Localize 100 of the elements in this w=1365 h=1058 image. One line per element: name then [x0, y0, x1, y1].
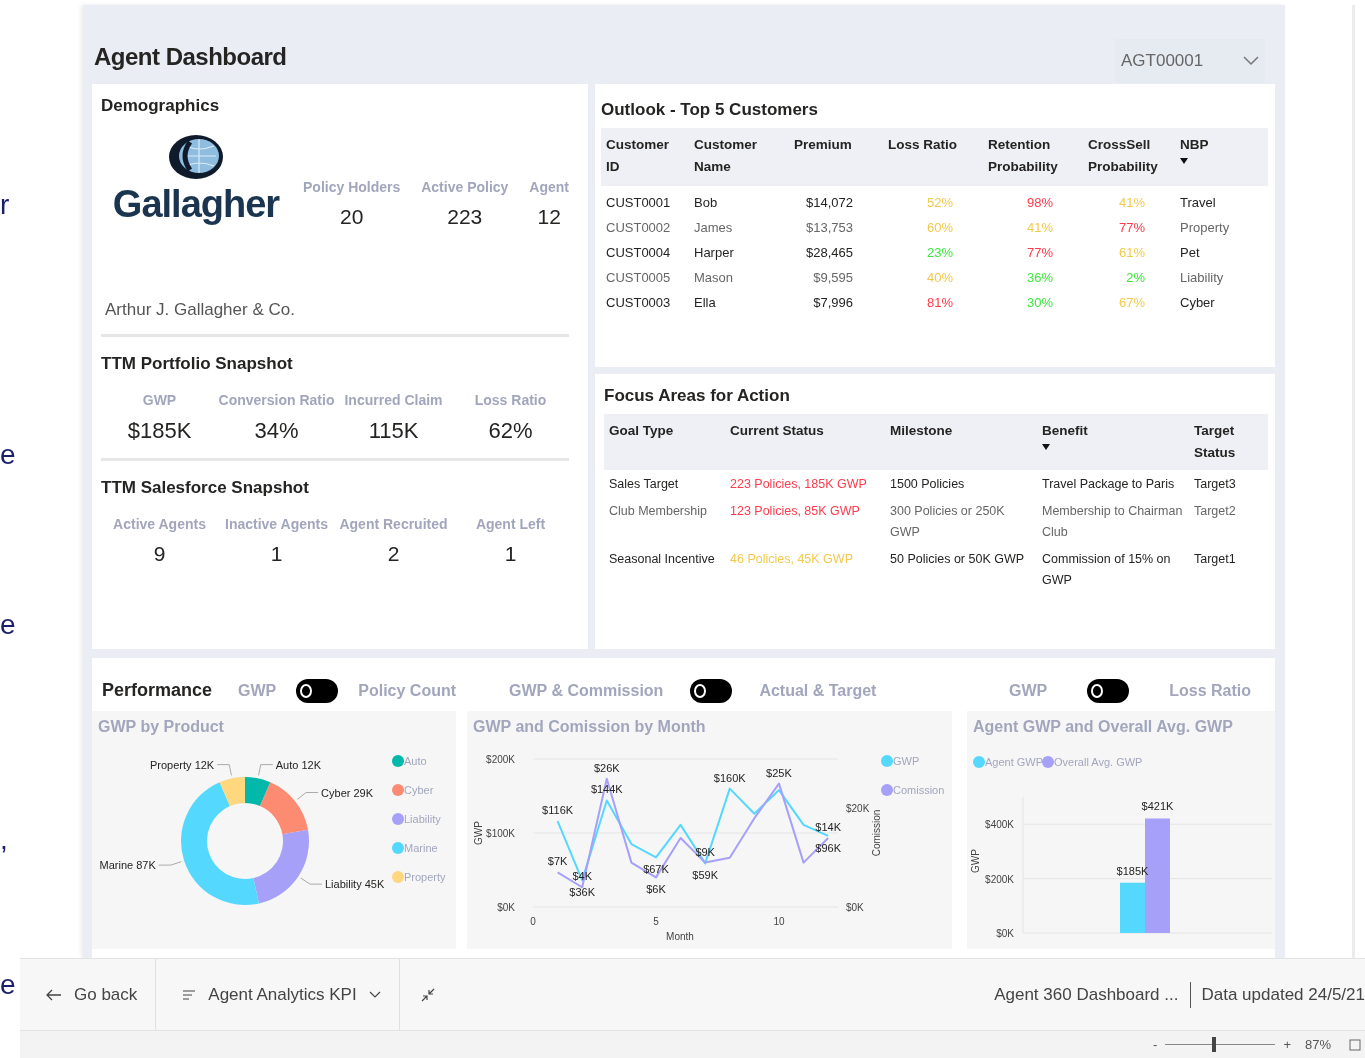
kpi-value: 2 — [387, 542, 400, 566]
column-header[interactable]: Retention Probability — [983, 128, 1083, 186]
fit-to-page-icon[interactable] — [1349, 1038, 1361, 1051]
axis-title: GWP — [970, 849, 981, 873]
table-cell-text: Cyber — [1179, 294, 1216, 312]
toggle-switch[interactable] — [690, 678, 733, 703]
axis-title: GWP — [473, 821, 484, 845]
column-header[interactable]: Benefit — [1037, 414, 1189, 470]
axis-tick-label: $20K — [846, 803, 870, 815]
axis-title: Comission — [871, 809, 882, 857]
column-header[interactable]: Loss Ratio — [883, 128, 983, 186]
column-header[interactable]: Milestone — [885, 414, 1037, 470]
toggle-label: Loss Ratio — [1169, 681, 1251, 700]
toggle-label: Actual & Target — [759, 681, 877, 700]
axis-tick-label: $0K — [497, 902, 515, 913]
table-cell-text: Membership to Chairman Club — [1041, 503, 1184, 541]
table-cell-text: Mason — [693, 269, 735, 287]
table-cell-text: Pet — [1179, 244, 1201, 262]
data-label: $160K — [713, 771, 746, 784]
axis-tick-label: $0K — [996, 928, 1014, 939]
chart-title: GWP and Comission by Month — [473, 718, 706, 735]
data-label: $144K — [590, 783, 623, 796]
kpi-value: 223 — [447, 205, 483, 229]
table-cell-text: CUST0004 — [605, 244, 672, 262]
table-cell: Target3 — [1189, 470, 1268, 498]
slide-text-fragment: , — [0, 823, 9, 857]
table-cell-text: Liability — [1179, 269, 1225, 287]
column-header[interactable]: CrossSell Probability — [1083, 128, 1175, 186]
table-cell-text: 23% — [925, 244, 954, 262]
kpi-label: Loss Ratio — [474, 392, 547, 408]
data-label: $96K — [815, 841, 841, 854]
data-label: $116K — [542, 804, 574, 817]
table-cell-text: $9,595 — [812, 269, 854, 287]
legend-label: Marine — [404, 842, 438, 854]
table-cell-text: 41% — [1025, 219, 1054, 237]
table-cell-text: Seasonal Incentive — [608, 551, 716, 568]
kpi-label: Incurred Claim — [344, 392, 443, 408]
table-cell-text: $7,996 — [812, 294, 854, 312]
kpi-value: 34% — [254, 418, 299, 444]
table-cell-text: 46 Policies, 45K GWP — [729, 551, 854, 568]
page-menu-button[interactable]: Agent Analytics KPI — [156, 959, 399, 1031]
table-cell-text: 30% — [1025, 294, 1054, 312]
kpi-value: 12 — [537, 205, 561, 229]
arrow-left-icon — [46, 988, 62, 1001]
agent-dropdown[interactable]: AGT00001 — [1115, 39, 1265, 83]
table-cell-text: 36% — [1025, 269, 1054, 287]
legend-label: Comission — [893, 784, 945, 796]
legend-label: Cyber — [404, 784, 434, 796]
data-updated-text: Data updated 24/5/21 — [1201, 984, 1365, 1005]
table-cell-text: 50 Policies or 50K GWP — [889, 551, 1026, 568]
zoom-thumb[interactable] — [1211, 1037, 1216, 1053]
column-header[interactable]: Current Status — [725, 414, 885, 470]
column-header[interactable]: Customer ID — [601, 128, 689, 186]
kpi-value: 20 — [339, 205, 364, 229]
toggle-switch[interactable] — [296, 678, 339, 703]
table-cell-text: CUST0002 — [605, 219, 672, 237]
zoom-in-button[interactable]: + — [1283, 1037, 1291, 1053]
axis-tick-label: $400K — [985, 819, 1014, 831]
kpi-label: GWP — [142, 392, 177, 408]
data-label: Marine 87K — [99, 859, 156, 872]
table-cell-text: 77% — [1117, 219, 1146, 237]
toggle-switch[interactable] — [1087, 678, 1130, 703]
kpi-value: 115K — [368, 418, 419, 444]
leader-line — [216, 764, 232, 776]
toggle-label: GWP — [1009, 681, 1048, 700]
column-header[interactable]: NBP — [1175, 128, 1268, 186]
table-cell: 52% — [883, 186, 983, 215]
zoom-out-button[interactable]: - — [1153, 1037, 1158, 1053]
slide-text-fragment: r — [0, 188, 11, 222]
go-back-button[interactable]: Go back — [20, 959, 156, 1031]
kpi-value: 9 — [153, 542, 166, 566]
kpi-label: Conversion Ratio — [218, 392, 335, 408]
table-cell: Travel — [1175, 186, 1268, 215]
table-cell: 41% — [1083, 186, 1175, 215]
dashboard-title: Agent Dashboard — [94, 43, 287, 71]
axis-tick-label: $200K — [486, 754, 515, 765]
table-cell-text: $13,753 — [805, 219, 854, 237]
column-header[interactable]: Customer Name — [689, 128, 789, 186]
table-cell: Travel Package to Paris — [1037, 470, 1189, 498]
axis-tick-label: 10 — [773, 916, 785, 927]
leader-line — [258, 764, 274, 776]
axis-tick-label: $200K — [985, 873, 1014, 885]
section-title: TTM Portfolio Snapshot — [101, 354, 294, 374]
table-cell-text: Commission of 15% on GWP — [1041, 551, 1172, 589]
kpi-value: 1 — [270, 542, 283, 566]
table-cell-text: 77% — [1025, 244, 1054, 262]
chevron-down-icon — [1243, 56, 1259, 66]
data-label: $421K — [1141, 800, 1174, 813]
section-title: Demographics — [101, 96, 221, 116]
table-cell-text: 2% — [1125, 269, 1146, 287]
kpi-label: Policy Holders — [303, 179, 401, 195]
kpi-label: Agent Left — [475, 516, 546, 532]
data-label: $26K — [593, 761, 620, 774]
column-header[interactable]: Premium — [789, 128, 883, 186]
table-cell: 1500 Policies — [885, 470, 1037, 498]
company-name: Arthur J. Gallagher & Co. — [105, 300, 296, 320]
axis-tick-label: $100K — [486, 828, 515, 839]
leader-line — [297, 792, 319, 800]
column-header[interactable]: Goal Type — [604, 414, 725, 470]
column-header[interactable]: Target Status — [1189, 414, 1268, 470]
